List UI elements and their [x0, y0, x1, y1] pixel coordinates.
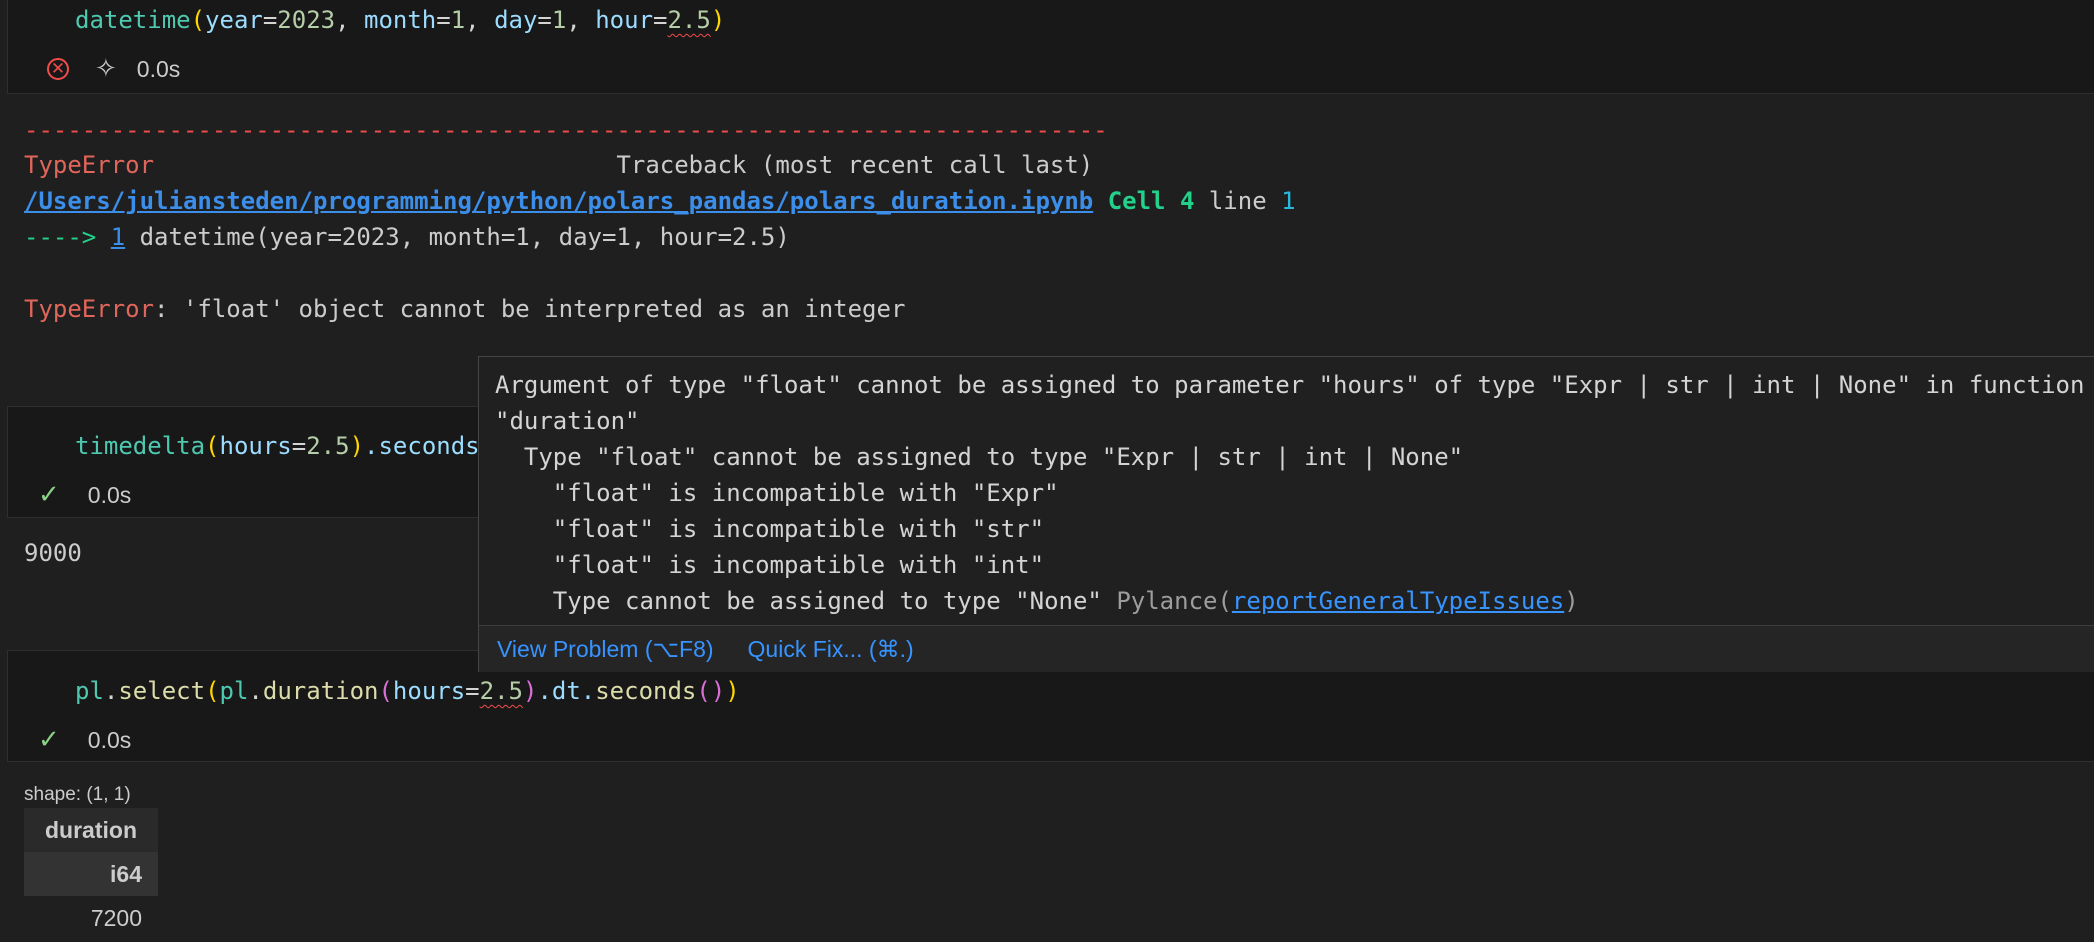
table-cell: 7200	[90, 904, 142, 931]
sparkle-icon[interactable]: ✧	[95, 54, 117, 84]
quick-fix-button[interactable]: Quick Fix... (⌘.)	[748, 636, 914, 663]
cell-status: ✓ 0.0s	[28, 722, 131, 758]
cell-code[interactable]: timedelta(hours=2.5).seconds	[75, 431, 480, 461]
cell-output: 9000	[24, 539, 82, 567]
error-divider: ----------------------------------------…	[24, 116, 1108, 144]
dataframe-table: duration i64 7200	[24, 808, 158, 940]
column-header: duration	[24, 808, 158, 852]
execution-time: 0.0s	[136, 55, 181, 82]
hover-message: Argument of type "float" cannot be assig…	[495, 371, 2085, 615]
execution-time: 0.0s	[87, 726, 132, 753]
cell-code[interactable]: datetime(year=2023, month=1, day=1, hour…	[75, 5, 725, 35]
error-message: TypeError: 'float' object cannot be inte…	[24, 295, 906, 323]
cell-code[interactable]: pl.select(pl.duration(hours=2.5).dt.seco…	[75, 676, 740, 706]
notebook-view: datetime(year=2023, month=1, day=1, hour…	[0, 0, 2094, 942]
traceback-line: ----> 1 datetime(year=2023, month=1, day…	[24, 223, 790, 251]
diagnostic-hover: Argument of type "float" cannot be assig…	[478, 356, 2094, 672]
file-path-link[interactable]: /Users/juliansteden/programming/python/p…	[24, 187, 1093, 215]
rule-link[interactable]: reportGeneralTypeIssues	[1232, 587, 1564, 615]
column-dtype: i64	[24, 852, 158, 896]
view-problem-button[interactable]: View Problem (⌥F8)	[497, 636, 714, 663]
dataframe-shape: shape: (1, 1)	[24, 784, 131, 805]
error-circle-icon: ✕	[47, 58, 69, 80]
error-squiggle: 2.5	[667, 6, 711, 34]
hover-actions: View Problem (⌥F8) Quick Fix... (⌘.)	[479, 625, 2094, 672]
cell-status: ✓ 0.0s	[28, 477, 131, 513]
check-icon: ✓	[38, 725, 60, 755]
code-cell-datetime[interactable]: datetime(year=2023, month=1, day=1, hour…	[7, 0, 2094, 94]
traceback-location: /Users/juliansteden/programming/python/p…	[24, 187, 1296, 215]
error-squiggle: 2.5	[479, 677, 523, 705]
execution-time: 0.0s	[87, 481, 132, 508]
cell-status: ✕ ✧ 0.0s	[36, 51, 180, 87]
check-icon: ✓	[38, 480, 60, 510]
traceback-header: TypeError Traceback (most recent call la…	[24, 151, 1094, 179]
line-number-link[interactable]: 1	[111, 223, 125, 251]
